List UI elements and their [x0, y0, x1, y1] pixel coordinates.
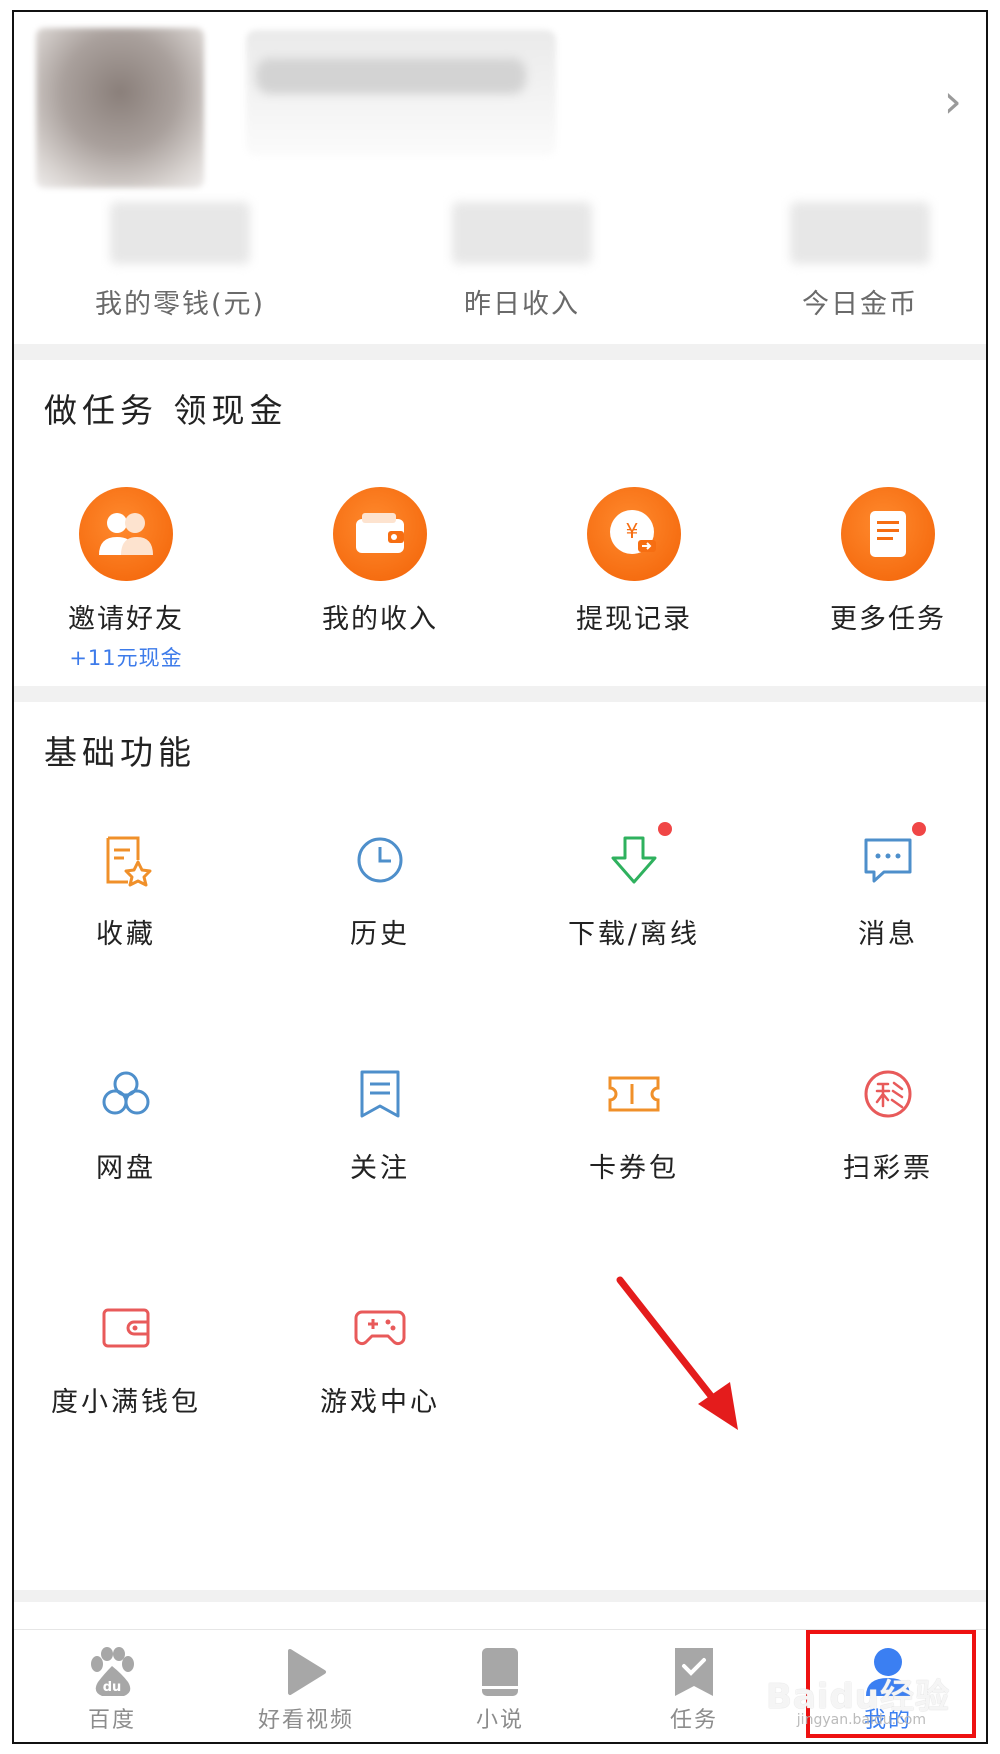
fn-label: 历史	[350, 919, 410, 950]
nav-label: 任务	[669, 1708, 718, 1733]
stat-value-blurred	[452, 202, 592, 264]
play-icon	[276, 1644, 336, 1700]
ticket-icon	[604, 1064, 664, 1124]
gamepad-icon	[350, 1298, 410, 1358]
fn-label: 收藏	[96, 919, 156, 950]
task-more-tasks[interactable]: 更多任务	[778, 487, 986, 636]
fn-favorites[interactable]: 收藏	[16, 830, 236, 951]
nav-label: 好看视频	[257, 1708, 354, 1733]
task-reward: +11元现金	[69, 646, 183, 670]
download-icon	[604, 822, 672, 890]
stat-label: 今日金币	[802, 289, 918, 320]
message-icon	[858, 822, 926, 890]
section-divider	[14, 686, 986, 702]
nav-label: 百度	[87, 1708, 136, 1733]
nav-item-baidu[interactable]: du 百度	[22, 1630, 202, 1742]
svg-text:¥: ¥	[626, 519, 639, 543]
lottery-icon	[858, 1064, 918, 1124]
fn-download-offline[interactable]: 下载/离线	[524, 822, 744, 951]
fn-label: 网盘	[96, 1153, 156, 1184]
app-screen: › 我的零钱(元) 昨日收入 今日金币 做任务 领现金 邀请好友 +11元现金 …	[12, 10, 988, 1744]
task-my-income[interactable]: 我的收入	[270, 487, 490, 636]
fn-label: 关注	[350, 1153, 410, 1184]
nav-item-haokan-video[interactable]: 好看视频	[216, 1630, 396, 1742]
fn-follow[interactable]: 关注	[270, 1064, 490, 1185]
task-label: 我的收入	[322, 604, 438, 635]
nav-item-tasks[interactable]: 任务	[604, 1630, 784, 1742]
notification-dot	[658, 822, 672, 836]
stats-row: 我的零钱(元) 昨日收入 今日金币	[14, 202, 986, 332]
stat-value-blurred	[110, 202, 250, 264]
stat-today-coins[interactable]: 今日金币	[730, 202, 986, 321]
stat-value-blurred	[790, 202, 930, 264]
fn-coupon-wallet[interactable]: 卡券包	[524, 1064, 744, 1185]
stat-balance[interactable]: 我的零钱(元)	[50, 202, 310, 321]
clock-icon	[350, 830, 410, 890]
watermark: Baidu经验	[765, 1677, 950, 1717]
wallet-icon	[333, 487, 427, 581]
nav-label: 小说	[475, 1708, 524, 1733]
baidu-paw-icon: du	[82, 1644, 142, 1700]
svg-text:du: du	[103, 1680, 122, 1695]
stat-yesterday-income[interactable]: 昨日收入	[392, 202, 652, 321]
netdisk-icon	[96, 1064, 156, 1124]
avatar[interactable]	[36, 28, 204, 188]
task-withdraw-records[interactable]: ¥ 提现记录	[524, 487, 744, 636]
tasks-section-title: 做任务 领现金	[44, 391, 288, 430]
notification-dot	[912, 822, 926, 836]
fn-history[interactable]: 历史	[270, 830, 490, 951]
watermark-url: jingyan.baidu.com	[796, 1712, 926, 1728]
section-divider	[14, 344, 986, 360]
task-invite-friends[interactable]: 邀请好友 +11元现金	[16, 487, 236, 672]
fn-netdisk[interactable]: 网盘	[16, 1064, 236, 1185]
nav-item-novel[interactable]: 小说	[410, 1630, 590, 1742]
fn-messages[interactable]: 消息	[778, 822, 986, 951]
fn-game-center[interactable]: 游戏中心	[270, 1298, 490, 1419]
stat-label: 昨日收入	[464, 289, 580, 320]
task-label: 更多任务	[830, 604, 946, 635]
section-divider	[14, 1590, 986, 1602]
fn-label: 度小满钱包	[51, 1387, 201, 1418]
chevron-right-icon[interactable]: ›	[944, 78, 962, 124]
book-icon	[470, 1644, 530, 1700]
friends-icon	[79, 487, 173, 581]
fn-lottery[interactable]: 扫彩票	[778, 1064, 986, 1185]
bottom-nav: du 百度 好看视频 小说 任务 我的 Baidu经验 jingyan.baid…	[14, 1629, 986, 1742]
favorite-icon	[96, 830, 156, 890]
username-blurred[interactable]	[246, 30, 556, 156]
annotation-arrow	[616, 1276, 738, 1430]
fn-label: 游戏中心	[320, 1387, 440, 1418]
task-icon	[664, 1644, 724, 1700]
task-label: 邀请好友	[68, 604, 184, 635]
basic-section-title: 基础功能	[44, 733, 196, 772]
fn-label: 下载/离线	[567, 919, 701, 950]
fn-duxiaoman-wallet[interactable]: 度小满钱包	[16, 1298, 236, 1419]
fn-label: 消息	[858, 919, 918, 950]
withdraw-icon: ¥	[587, 487, 681, 581]
document-icon	[841, 487, 935, 581]
fn-label: 卡券包	[589, 1153, 679, 1184]
purse-icon	[96, 1298, 156, 1358]
fn-label: 扫彩票	[843, 1153, 933, 1184]
stat-label: 我的零钱(元)	[94, 289, 266, 320]
task-label: 提现记录	[576, 604, 692, 635]
follow-icon	[350, 1064, 410, 1124]
